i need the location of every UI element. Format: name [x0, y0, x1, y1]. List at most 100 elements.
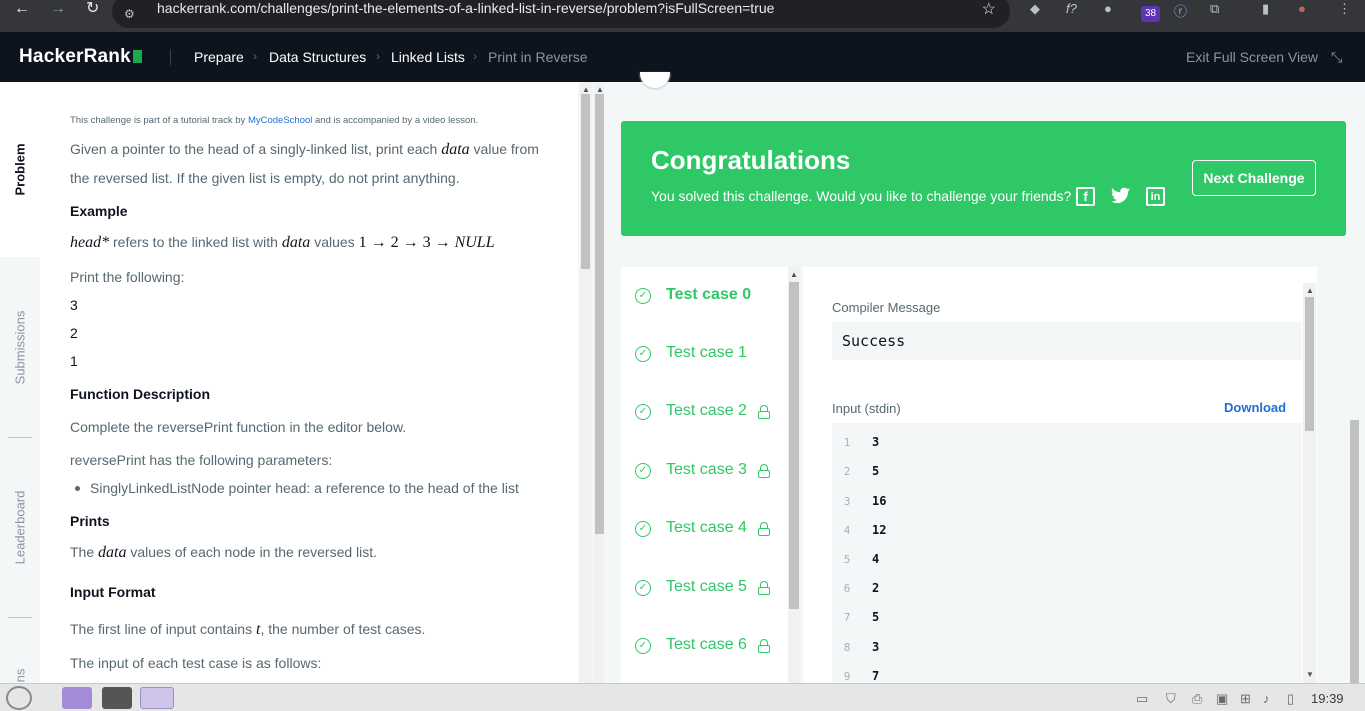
camera-icon[interactable]: ▭ — [1136, 691, 1148, 707]
stdin-line: 4 — [872, 552, 880, 566]
problem-scrollbar[interactable] — [595, 94, 604, 534]
statement-scrollbar[interactable] — [581, 94, 590, 269]
chevron-right-icon: › — [376, 49, 380, 63]
extension-icon[interactable]: ⓡ — [1174, 1, 1187, 20]
parameter-item: SinglyLinkedListNode pointer head: a ref… — [90, 480, 519, 496]
function-description-text: Complete the reversePrint function in th… — [70, 419, 407, 435]
browser-toolbar: ← → ↻ ⚙ hackerrank.com/challenges/print-… — [0, 0, 1365, 32]
stdin-line: 2 — [872, 581, 880, 595]
url-text: hackerrank.com/challenges/print-the-elem… — [157, 0, 775, 16]
download-link[interactable]: Download — [1224, 400, 1286, 415]
tutorial-note: This challenge is part of a tutorial tra… — [70, 115, 479, 126]
puzzle-icon[interactable]: ⧉ — [1210, 1, 1219, 17]
breadcrumb-linked-lists[interactable]: Linked Lists — [391, 49, 465, 65]
exit-full-screen-link[interactable]: Exit Full Screen View — [1186, 49, 1318, 65]
back-icon[interactable]: ← — [14, 0, 30, 18]
mycodeschool-link[interactable]: MyCodeSchool — [248, 115, 312, 126]
tab-leaderboard[interactable]: Leaderboard — [0, 462, 40, 592]
scroll-up-arrow[interactable]: ▲ — [1306, 286, 1314, 295]
test-case-item[interactable]: ✓ Test case 0 — [621, 280, 788, 320]
check-circle-icon: ✓ — [635, 463, 651, 479]
scroll-up-arrow[interactable]: ▲ — [790, 270, 798, 279]
twitter-icon[interactable] — [1111, 187, 1130, 206]
check-circle-icon: ✓ — [635, 580, 651, 596]
test-case-scrollbar[interactable] — [789, 282, 799, 609]
breadcrumb-prepare[interactable]: Prepare — [194, 49, 244, 65]
stdin-line: 7 — [872, 669, 880, 683]
congratulations-banner: Congratulations You solved this challeng… — [621, 121, 1346, 236]
next-challenge-button[interactable]: Next Challenge — [1192, 160, 1316, 196]
printer-icon[interactable]: ⎙ — [1192, 691, 1202, 707]
menu-kebab-icon[interactable]: ⋮ — [1338, 1, 1351, 17]
input-format-text: The first line of input contains t, the … — [70, 621, 426, 638]
extension-icon[interactable]: f? — [1066, 1, 1077, 16]
results-scrollbar[interactable] — [1350, 420, 1359, 683]
breadcrumb-data-structures[interactable]: Data Structures — [269, 49, 366, 65]
extension-icon[interactable]: ◆ — [1030, 1, 1040, 17]
output-line: 1 — [70, 353, 78, 369]
hackerrank-logo[interactable]: HackerRank — [19, 46, 142, 68]
output-line: 2 — [70, 325, 78, 341]
check-circle-icon: ✓ — [635, 521, 651, 537]
stdin-line: 3 — [872, 435, 880, 449]
extension-icon[interactable]: ● — [1104, 1, 1112, 16]
test-case-item[interactable]: ✓ Test case 2 — [621, 396, 788, 436]
problem-panel: Problem Submissions Leaderboard ns This … — [0, 82, 621, 683]
intro-line-2: the reversed list. If the given list is … — [70, 170, 460, 186]
output-scrollbar[interactable] — [1305, 297, 1314, 431]
parameters-text: reversePrint has the following parameter… — [70, 452, 333, 468]
extension-badge[interactable]: 38 — [1141, 6, 1160, 22]
bullet — [75, 486, 80, 491]
output-line: 3 — [70, 297, 78, 313]
stdin-line: 16 — [872, 494, 887, 508]
files-folder-icon[interactable] — [62, 687, 92, 709]
function-description-heading: Function Description — [70, 386, 210, 402]
test-case-item[interactable]: ✓ Test case 3 — [621, 455, 788, 495]
battery-icon[interactable]: ▯ — [1287, 691, 1294, 707]
prints-text: The data values of each node in the reve… — [70, 544, 378, 561]
stdin-box: 13 25 3 16 4 12 54 62 75 83 97 — [832, 423, 1302, 683]
scroll-up-arrow[interactable]: ▲ — [596, 85, 604, 94]
address-bar[interactable]: ⚙ hackerrank.com/challenges/print-the-el… — [112, 0, 1010, 28]
facebook-icon[interactable]: f — [1076, 187, 1095, 206]
stdin-line: 5 — [872, 464, 880, 478]
check-circle-icon: ✓ — [635, 638, 651, 654]
test-case-item[interactable]: ✓ Test case 4 — [621, 513, 788, 553]
input-format-text-2: The input of each test case is as follow… — [70, 655, 322, 671]
reload-icon[interactable]: ↻ — [86, 0, 99, 18]
tab-discussions[interactable]: ns — [0, 667, 40, 683]
example-text: head* refers to the linked list with dat… — [70, 234, 495, 251]
intro-line-1: Given a pointer to the head of a singly-… — [70, 141, 539, 158]
forward-icon[interactable]: → — [50, 0, 66, 18]
terminal-icon[interactable] — [102, 687, 132, 709]
check-circle-icon: ✓ — [635, 288, 651, 304]
tab-submissions[interactable]: Submissions — [0, 282, 40, 412]
output-panel: Compiler Message Success Input (stdin) D… — [803, 267, 1317, 683]
scroll-down-arrow[interactable]: ▼ — [1306, 670, 1314, 679]
os-taskbar: ▭ ⛉ ⎙ ▣ ⊞ ♪ ▯ 19:39 — [0, 683, 1365, 711]
problem-statement: This challenge is part of a tutorial tra… — [40, 82, 578, 683]
test-case-list: ✓ Test case 0 ✓ Test case 1 ✓ Test case 2 ✓… — [621, 267, 788, 683]
lock-icon — [758, 405, 770, 419]
site-info-icon[interactable]: ⚙ — [124, 7, 135, 21]
mint-menu-icon[interactable] — [6, 686, 32, 710]
chrome-taskbar-icon[interactable] — [140, 687, 174, 709]
shield-icon[interactable]: ⛉ — [1166, 691, 1176, 707]
side-panel-icon[interactable]: ▮ — [1262, 1, 1269, 17]
tab-problem[interactable]: Problem — [0, 82, 40, 257]
bookmark-star-icon[interactable]: ☆ — [982, 0, 996, 19]
volume-icon[interactable]: ♪ — [1263, 691, 1270, 706]
stdin-line: 3 — [872, 640, 880, 654]
profile-avatar[interactable]: ● — [1298, 1, 1306, 16]
test-case-item[interactable]: ✓ Test case 6 — [621, 630, 788, 670]
scroll-up-arrow[interactable]: ▲ — [582, 85, 590, 94]
example-heading: Example — [70, 203, 128, 219]
linkedin-icon[interactable]: in — [1146, 187, 1165, 206]
test-case-item[interactable]: ✓ Test case 5 — [621, 572, 788, 612]
stdin-line: 5 — [872, 610, 880, 624]
test-case-item[interactable]: ✓ Test case 1 — [621, 338, 788, 378]
clipboard-icon[interactable]: ▣ — [1216, 691, 1228, 707]
network-icon[interactable]: ⊞ — [1240, 691, 1251, 707]
collapse-icon[interactable]: ⤡ — [1331, 49, 1342, 66]
input-label: Input (stdin) — [832, 401, 901, 416]
